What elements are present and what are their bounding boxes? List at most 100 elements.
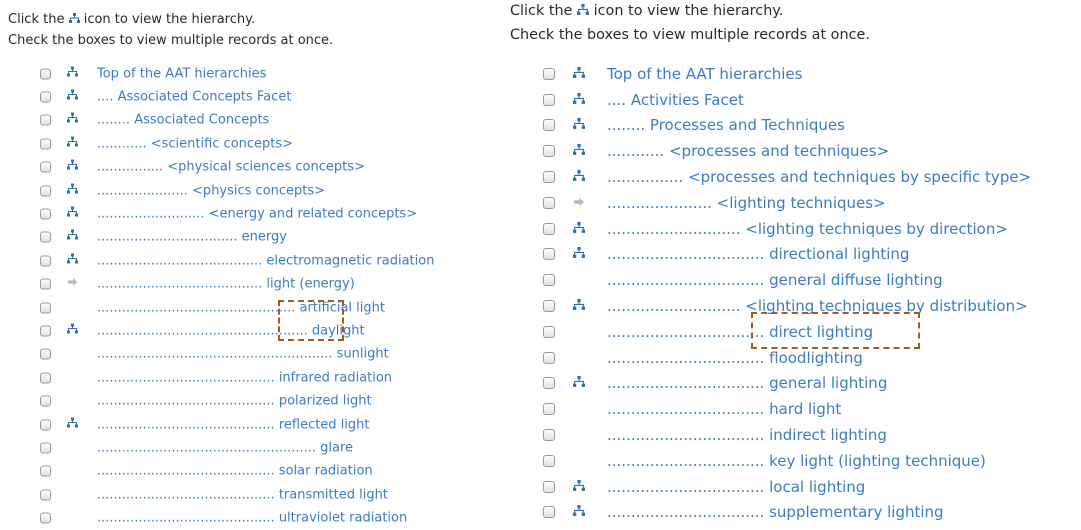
record-checkbox[interactable] — [40, 185, 51, 197]
record-checkbox[interactable] — [543, 93, 555, 106]
term-link-top-of-the-aat-hierarchies[interactable]: Top of the AAT hierarchies — [97, 66, 266, 81]
hierarchy-tree-icon[interactable] — [67, 89, 78, 105]
hierarchy-tree-icon[interactable] — [573, 374, 585, 392]
record-checkbox[interactable] — [40, 255, 51, 267]
record-checkbox[interactable] — [40, 138, 51, 150]
record-checkbox[interactable] — [40, 91, 51, 103]
record-checkbox[interactable] — [40, 231, 51, 243]
hierarchy-tree-icon[interactable] — [67, 136, 78, 151]
record-checkbox[interactable] — [543, 274, 555, 287]
record-checkbox[interactable] — [543, 325, 555, 338]
hierarchy-tree-icon[interactable] — [573, 65, 585, 83]
hierarchy-tree-icon[interactable] — [573, 297, 585, 315]
hierarchy-tree-icon — [577, 1, 590, 24]
term-link-associated-concepts-facet[interactable]: .... Associated Concepts Facet — [97, 90, 291, 105]
record-checkbox[interactable] — [543, 248, 555, 261]
term-link-infrared-radiation[interactable]: ........................................… — [97, 370, 392, 385]
hierarchy-tree-icon[interactable] — [67, 253, 78, 268]
record-checkbox[interactable] — [543, 300, 555, 313]
term-link-solar-radiation[interactable]: ........................................… — [97, 464, 373, 479]
record-checkbox[interactable] — [40, 161, 51, 173]
record-checkbox[interactable] — [40, 395, 51, 407]
term-link-lighting-techniques-by-direction[interactable]: ............................ <lighting t… — [607, 220, 1008, 238]
record-checkbox[interactable] — [40, 419, 51, 431]
record-checkbox[interactable] — [40, 372, 51, 384]
record-checkbox[interactable] — [543, 506, 555, 519]
hierarchy-tree-icon[interactable] — [573, 245, 585, 263]
hierarchy-tree-icon[interactable] — [573, 220, 585, 238]
arrow-right-icon[interactable] — [67, 277, 78, 292]
record-checkbox[interactable] — [40, 325, 51, 337]
hierarchy-tree-icon[interactable] — [573, 116, 585, 134]
record-checkbox[interactable] — [543, 454, 555, 467]
hierarchy-tree-icon[interactable] — [573, 478, 585, 496]
record-checkbox[interactable] — [543, 171, 555, 184]
term-link-ultraviolet-radiation[interactable]: ........................................… — [97, 511, 407, 526]
term-link-physics-concepts[interactable]: ...................... <physics concepts… — [97, 183, 325, 198]
term-link-key-light-lighting-technique[interactable]: ................................. key li… — [607, 452, 986, 470]
term-link-floodlighting[interactable]: ................................. floodl… — [607, 349, 863, 367]
term-link-physical-sciences-concepts[interactable]: ................ <physical sciences conc… — [97, 160, 365, 175]
record-checkbox[interactable] — [40, 465, 51, 477]
record-checkbox[interactable] — [40, 68, 51, 80]
term-link-reflected-light[interactable]: ........................................… — [97, 417, 370, 432]
instructions: Click the icon to view the hierarchy. Ch… — [8, 10, 333, 51]
term-link-light-energy[interactable]: ........................................… — [97, 277, 355, 292]
record-checkbox[interactable] — [543, 67, 555, 80]
term-link-indirect-lighting[interactable]: ................................. indire… — [607, 426, 887, 444]
record-checkbox[interactable] — [543, 377, 555, 390]
term-link-associated-concepts[interactable]: ........ Associated Concepts — [97, 113, 269, 128]
arrow-right-icon[interactable] — [573, 194, 585, 212]
record-checkbox[interactable] — [543, 429, 555, 442]
record-checkbox[interactable] — [40, 442, 51, 454]
term-link-top-of-the-aat-hierarchies[interactable]: Top of the AAT hierarchies — [607, 65, 802, 83]
term-link-local-lighting[interactable]: ................................. local … — [607, 478, 865, 496]
hierarchy-tree-icon[interactable] — [67, 417, 78, 432]
term-link-lighting-techniques[interactable]: ...................... <lighting techniq… — [607, 194, 886, 212]
term-link-electromagnetic-radiation[interactable]: ........................................… — [97, 253, 434, 268]
hierarchy-tree-icon[interactable] — [67, 183, 78, 198]
record-checkbox[interactable] — [40, 489, 51, 501]
highlight-box-direct-lighting — [751, 312, 920, 349]
record-checkbox[interactable] — [543, 351, 555, 364]
record-checkbox[interactable] — [543, 196, 555, 209]
record-checkbox[interactable] — [543, 145, 555, 158]
hierarchy-tree-icon[interactable] — [67, 323, 78, 338]
term-link-energy-and-related-concepts[interactable]: .......................... <energy and r… — [97, 207, 417, 222]
record-checkbox[interactable] — [543, 119, 555, 132]
record-checkbox[interactable] — [40, 278, 51, 290]
record-checkbox[interactable] — [40, 208, 51, 220]
term-link-processes-and-techniques-by-specific-type[interactable]: ................ <processes and techniqu… — [607, 168, 1031, 186]
record-checkbox[interactable] — [543, 403, 555, 416]
term-link-polarized-light[interactable]: ........................................… — [97, 394, 372, 409]
term-link-transmitted-light[interactable]: ........................................… — [97, 487, 388, 502]
instruction-line-2: Check the boxes to view multiple records… — [510, 27, 870, 43]
hierarchy-tree-icon[interactable] — [67, 229, 78, 245]
record-checkbox[interactable] — [40, 114, 51, 126]
record-checkbox[interactable] — [40, 512, 51, 524]
term-link-scientific-concepts[interactable]: ............ <scientific concepts> — [97, 136, 293, 151]
term-link-glare[interactable]: ........................................… — [97, 440, 353, 455]
term-link-processes-and-techniques[interactable]: ........ Processes and Techniques — [607, 116, 845, 134]
term-link-general-diffuse-lighting[interactable]: ................................. genera… — [607, 271, 943, 289]
record-checkbox[interactable] — [40, 302, 51, 314]
hierarchy-tree-icon[interactable] — [67, 112, 78, 128]
hierarchy-tree-icon[interactable] — [67, 159, 78, 175]
hierarchy-tree-icon[interactable] — [67, 206, 78, 222]
term-link-supplementary-lighting[interactable]: ................................. supple… — [607, 503, 944, 521]
hierarchy-tree-icon[interactable] — [67, 66, 78, 81]
term-link-general-lighting[interactable]: ................................. genera… — [607, 374, 887, 392]
record-checkbox[interactable] — [543, 480, 555, 493]
term-link-processes-and-techniques[interactable]: ............ <processes and techniques> — [607, 142, 889, 160]
hierarchy-tree-icon[interactable] — [573, 142, 585, 160]
hierarchy-tree-icon[interactable] — [573, 168, 585, 186]
term-link-activities-facet[interactable]: .... Activities Facet — [607, 91, 744, 109]
term-link-hard-light[interactable]: ................................. hard l… — [607, 400, 841, 418]
hierarchy-tree-icon[interactable] — [573, 503, 585, 521]
term-link-energy[interactable]: .................................. energ… — [97, 230, 287, 245]
term-link-sunlight[interactable]: ........................................… — [97, 347, 389, 362]
hierarchy-tree-icon[interactable] — [573, 91, 585, 109]
record-checkbox[interactable] — [40, 348, 51, 360]
term-link-directional-lighting[interactable]: ................................. direct… — [607, 245, 909, 263]
record-checkbox[interactable] — [543, 222, 555, 235]
